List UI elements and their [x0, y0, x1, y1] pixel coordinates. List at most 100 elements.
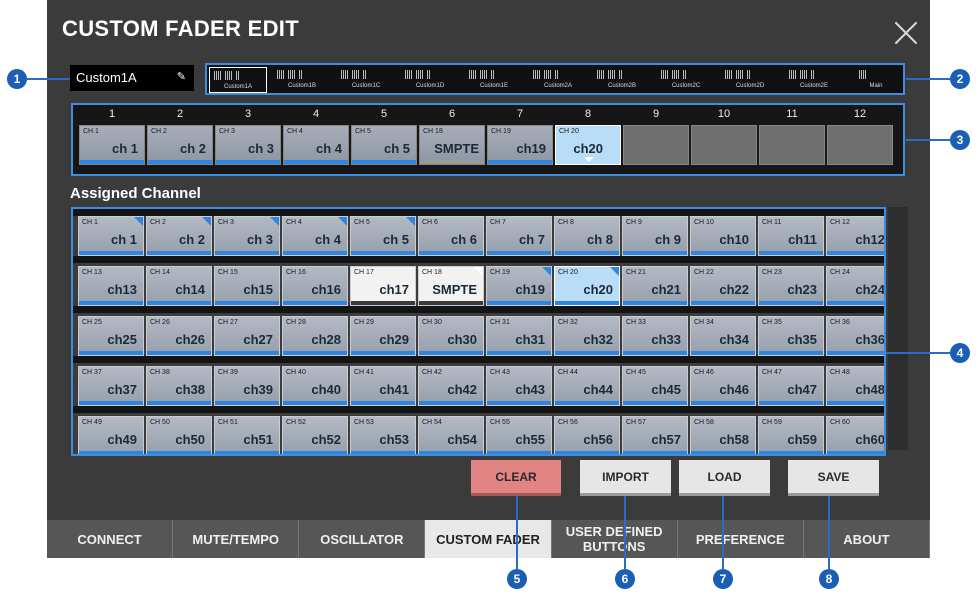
channel-cell[interactable]: CH 7 ch 7 — [486, 216, 552, 256]
channel-cell[interactable]: CH 20 ch20 — [554, 266, 620, 306]
channel-cell[interactable]: CH 59 ch59 — [758, 416, 824, 454]
channel-cell[interactable]: CH 41 ch41 — [350, 366, 416, 406]
channel-cell[interactable]: CH 57 ch57 — [622, 416, 688, 454]
tab-about[interactable]: ABOUT — [804, 520, 930, 558]
channel-cell[interactable]: CH 28 ch28 — [282, 316, 348, 356]
channel-cell[interactable]: CH 48 ch48 — [826, 366, 884, 406]
channel-cell[interactable]: CH 8 ch 8 — [554, 216, 620, 256]
fader-slot[interactable] — [623, 125, 689, 165]
fader-slot[interactable]: CH 4 ch 4 — [283, 125, 349, 165]
channel-cell[interactable]: CH 5 ch 5 — [350, 216, 416, 256]
channel-cell[interactable]: CH 53 ch53 — [350, 416, 416, 454]
fader-slot[interactable] — [827, 125, 893, 165]
channel-cell[interactable]: CH 3 ch 3 — [214, 216, 280, 256]
channel-cell[interactable]: CH 56 ch56 — [554, 416, 620, 454]
bank-button-custom1d[interactable]: Custom1D — [401, 67, 459, 93]
channel-cell[interactable]: CH 45 ch45 — [622, 366, 688, 406]
channel-cell[interactable]: CH 19 ch19 — [486, 266, 552, 306]
channel-cell[interactable]: CH 44 ch44 — [554, 366, 620, 406]
bank-button-custom2d[interactable]: Custom2D — [721, 67, 779, 93]
channel-cell[interactable]: CH 10 ch10 — [690, 216, 756, 256]
channel-cell[interactable]: CH 29 ch29 — [350, 316, 416, 356]
channel-cell[interactable]: CH 35 ch35 — [758, 316, 824, 356]
channel-cell[interactable]: CH 47 ch47 — [758, 366, 824, 406]
fader-slot[interactable]: CH 2 ch 2 — [147, 125, 213, 165]
callout-leader-line — [828, 496, 830, 569]
channel-cell[interactable]: CH 31 ch31 — [486, 316, 552, 356]
bank-button-custom1a[interactable]: Custom1A — [209, 67, 267, 93]
import-button[interactable]: IMPORT — [580, 460, 671, 496]
channel-cell[interactable]: CH 49 ch49 — [78, 416, 144, 454]
channel-cell[interactable]: CH 17 ch17 — [350, 266, 416, 306]
channel-cell[interactable]: CH 18 SMPTE — [418, 266, 484, 306]
channel-cell[interactable]: CH 55 ch55 — [486, 416, 552, 454]
channel-cell[interactable]: CH 24 ch24 — [826, 266, 884, 306]
fader-slot[interactable]: CH 18 SMPTE — [419, 125, 485, 165]
channel-cell[interactable]: CH 1 ch 1 — [78, 216, 144, 256]
tab-connect[interactable]: CONNECT — [47, 520, 174, 558]
fader-slot[interactable]: CH 3 ch 3 — [215, 125, 281, 165]
bank-button-custom1b[interactable]: Custom1B — [273, 67, 331, 93]
load-button[interactable]: LOAD — [679, 460, 770, 496]
bank-button-custom2c[interactable]: Custom2C — [657, 67, 715, 93]
channel-cell[interactable]: CH 14 ch14 — [146, 266, 212, 306]
clear-button[interactable]: CLEAR — [471, 460, 561, 496]
channel-cell[interactable]: CH 26 ch26 — [146, 316, 212, 356]
close-icon[interactable] — [891, 18, 921, 48]
channel-cell[interactable]: CH 33 ch33 — [622, 316, 688, 356]
fader-slot[interactable]: CH 19 ch19 — [487, 125, 553, 165]
channel-cell[interactable]: CH 13 ch13 — [78, 266, 144, 306]
bank-button-custom1c[interactable]: Custom1C — [337, 67, 395, 93]
channel-cell[interactable]: CH 22 ch22 — [690, 266, 756, 306]
channel-cell[interactable]: CH 27 ch27 — [214, 316, 280, 356]
channel-cell[interactable]: CH 16 ch16 — [282, 266, 348, 306]
bank-name-field[interactable]: Custom1A ✎ — [70, 65, 194, 91]
fader-slot[interactable]: CH 1 ch 1 — [79, 125, 145, 165]
tab-oscillator[interactable]: OSCILLATOR — [299, 520, 426, 558]
channel-cell[interactable]: CH 9 ch 9 — [622, 216, 688, 256]
bank-button-custom2b[interactable]: Custom2B — [593, 67, 651, 93]
channel-cell[interactable]: CH 46 ch46 — [690, 366, 756, 406]
bank-button-main[interactable]: Main — [855, 67, 897, 93]
channel-cell[interactable]: CH 30 ch30 — [418, 316, 484, 356]
tab-preference[interactable]: PREFERENCE — [678, 520, 804, 558]
channel-cell[interactable]: CH 25 ch25 — [78, 316, 144, 356]
channel-cell[interactable]: CH 42 ch42 — [418, 366, 484, 406]
assigned-corner-icon — [610, 267, 619, 276]
save-button[interactable]: SAVE — [788, 460, 879, 496]
channel-cell[interactable]: CH 54 ch54 — [418, 416, 484, 454]
pencil-icon[interactable]: ✎ — [177, 70, 186, 83]
fader-slot[interactable] — [759, 125, 825, 165]
channel-cell[interactable]: CH 38 ch38 — [146, 366, 212, 406]
channel-cell[interactable]: CH 52 ch52 — [282, 416, 348, 454]
fader-slot[interactable]: CH 5 ch 5 — [351, 125, 417, 165]
channel-cell[interactable]: CH 12 ch12 — [826, 216, 884, 256]
channel-cell[interactable]: CH 40 ch40 — [282, 366, 348, 406]
channel-cell[interactable]: CH 37 ch37 — [78, 366, 144, 406]
tab-mute-tempo[interactable]: MUTE/TEMPO — [173, 520, 300, 558]
bank-button-custom1e[interactable]: Custom1E — [465, 67, 523, 93]
channel-cell[interactable]: CH 34 ch34 — [690, 316, 756, 356]
channel-cell[interactable]: CH 50 ch50 — [146, 416, 212, 454]
bank-button-custom2e[interactable]: Custom2E — [785, 67, 843, 93]
channel-cell[interactable]: CH 23 ch23 — [758, 266, 824, 306]
channel-cell[interactable]: CH 2 ch 2 — [146, 216, 212, 256]
channel-cell[interactable]: CH 21 ch21 — [622, 266, 688, 306]
channel-cell[interactable]: CH 6 ch 6 — [418, 216, 484, 256]
channel-grid-scrollbar[interactable] — [888, 207, 908, 450]
channel-cell[interactable]: CH 15 ch15 — [214, 266, 280, 306]
channel-cell[interactable]: CH 43 ch43 — [486, 366, 552, 406]
tab-user-defined-buttons[interactable]: USER DEFINED BUTTONS — [552, 520, 678, 558]
channel-cell[interactable]: CH 60 ch60 — [826, 416, 884, 454]
tab-custom-fader[interactable]: CUSTOM FADER — [425, 520, 552, 558]
fader-slot[interactable] — [691, 125, 757, 165]
channel-cell[interactable]: CH 11 ch11 — [758, 216, 824, 256]
channel-cell[interactable]: CH 36 ch36 — [826, 316, 884, 356]
channel-cell[interactable]: CH 51 ch51 — [214, 416, 280, 454]
channel-cell[interactable]: CH 58 ch58 — [690, 416, 756, 454]
channel-cell[interactable]: CH 32 ch32 — [554, 316, 620, 356]
fader-slot[interactable]: CH 20 ch20 — [555, 125, 621, 165]
bank-button-custom2a[interactable]: Custom2A — [529, 67, 587, 93]
channel-cell[interactable]: CH 39 ch39 — [214, 366, 280, 406]
channel-cell[interactable]: CH 4 ch 4 — [282, 216, 348, 256]
